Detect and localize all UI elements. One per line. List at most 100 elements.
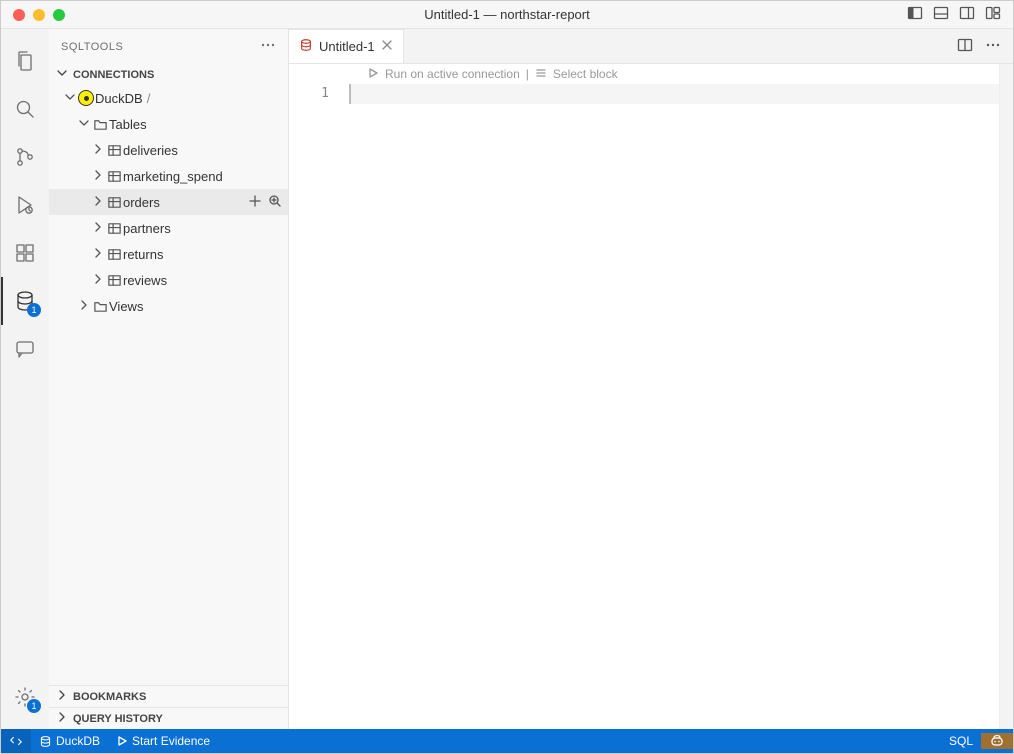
sidebar-title: SQLTOOLS [61,41,123,53]
settings-badge: 1 [27,699,41,713]
magnify-icon[interactable] [268,194,282,211]
table-icon [105,169,123,184]
status-language-label: SQL [949,734,973,748]
table-name: reviews [123,273,167,288]
sidebar-more-icon[interactable] [260,37,276,56]
sql-file-icon [299,38,313,55]
connections-label: CONNECTIONS [73,69,154,81]
editor-area: Untitled-1 Run on active connection | Se… [289,29,1013,729]
chevron-right-icon [91,247,105,262]
editor-tab[interactable]: Untitled-1 [289,29,404,63]
editor-more-icon[interactable] [985,37,1001,56]
connection-item[interactable]: DuckDB / [49,85,288,111]
connection-name: DuckDB [95,91,143,106]
bookmarks-label: BOOKMARKS [73,691,146,703]
status-bar: DuckDB Start Evidence SQL [1,729,1013,753]
sqltools-badge: 1 [27,303,41,317]
layout-customize-icon[interactable] [985,5,1001,24]
history-section[interactable]: QUERY HISTORY [49,707,288,729]
explorer-activity[interactable] [1,37,49,85]
table-name: marketing_spend [123,169,223,184]
chevron-right-icon [77,299,91,314]
table-icon [105,221,123,236]
chevron-down-icon [77,117,91,132]
table-item[interactable]: deliveries [49,137,288,163]
tables-label: Tables [109,117,147,132]
status-evidence-label: Start Evidence [132,734,210,748]
connections-tree: DuckDB / Tables deliveries marketing_spen… [49,85,288,685]
chevron-right-icon [91,143,105,158]
editor-tabs: Untitled-1 [289,29,1013,64]
table-item[interactable]: orders [49,189,288,215]
table-icon [105,247,123,262]
tab-label: Untitled-1 [319,39,375,54]
close-tab-icon[interactable] [381,39,393,54]
line-number: 1 [289,84,329,104]
connections-section[interactable]: CONNECTIONS [49,64,288,85]
chevron-down-icon [63,91,77,106]
chevron-down-icon [55,67,69,82]
titlebar: Untitled-1 — northstar-report [1,1,1013,29]
settings-activity[interactable]: 1 [1,673,49,721]
history-label: QUERY HISTORY [73,713,163,725]
table-item[interactable]: returns [49,241,288,267]
codelens-run[interactable]: Run on active connection [385,67,520,81]
views-folder[interactable]: Views [49,293,288,319]
table-icon [105,143,123,158]
table-name: deliveries [123,143,178,158]
chevron-right-icon [91,273,105,288]
maximize-window-button[interactable] [53,9,65,21]
play-icon [367,67,379,82]
close-window-button[interactable] [13,9,25,21]
chevron-right-icon [55,711,69,726]
connection-suffix: / [147,91,151,106]
codelens-select[interactable]: Select block [553,67,618,81]
bookmarks-section[interactable]: BOOKMARKS [49,686,288,707]
window-controls [1,9,65,21]
search-activity[interactable] [1,85,49,133]
codelens-separator: | [526,67,529,81]
table-icon [105,273,123,288]
line-gutter: 1 [289,84,349,729]
activity-bar: 1 1 [1,29,49,729]
folder-icon [91,117,109,132]
table-item[interactable]: partners [49,215,288,241]
sqltools-activity[interactable]: 1 [1,277,49,325]
table-item[interactable]: marketing_spend [49,163,288,189]
layout-panel-icon[interactable] [933,5,949,24]
source-control-activity[interactable] [1,133,49,181]
chevron-right-icon [91,195,105,210]
minimize-window-button[interactable] [33,9,45,21]
chevron-right-icon [55,689,69,704]
layout-primary-sidebar-icon[interactable] [907,5,923,24]
extensions-activity[interactable] [1,229,49,277]
duckdb-icon [77,90,95,106]
views-label: Views [109,299,143,314]
table-name: partners [123,221,171,236]
status-connection[interactable]: DuckDB [31,729,108,753]
minimap[interactable] [999,64,1013,729]
table-icon [105,195,123,210]
layout-secondary-sidebar-icon[interactable] [959,5,975,24]
sidebar: SQLTOOLS CONNECTIONS DuckDB / [49,29,289,729]
remote-indicator[interactable] [1,729,31,753]
chevron-right-icon [91,221,105,236]
split-editor-icon[interactable] [957,37,973,56]
code-editor[interactable] [349,84,999,729]
status-connection-label: DuckDB [56,734,100,748]
folder-icon [91,299,109,314]
status-evidence[interactable]: Start Evidence [108,729,218,753]
chevron-right-icon [91,169,105,184]
status-language[interactable]: SQL [941,734,981,748]
table-name: orders [123,195,160,210]
status-copilot[interactable] [981,733,1013,749]
add-icon[interactable] [248,194,262,211]
table-name: returns [123,247,163,262]
chat-activity[interactable] [1,325,49,373]
list-icon [535,67,547,82]
table-item[interactable]: reviews [49,267,288,293]
tables-folder[interactable]: Tables [49,111,288,137]
window-title: Untitled-1 — northstar-report [1,7,1013,22]
codelens-bar: Run on active connection | Select block [289,64,1013,84]
run-debug-activity[interactable] [1,181,49,229]
